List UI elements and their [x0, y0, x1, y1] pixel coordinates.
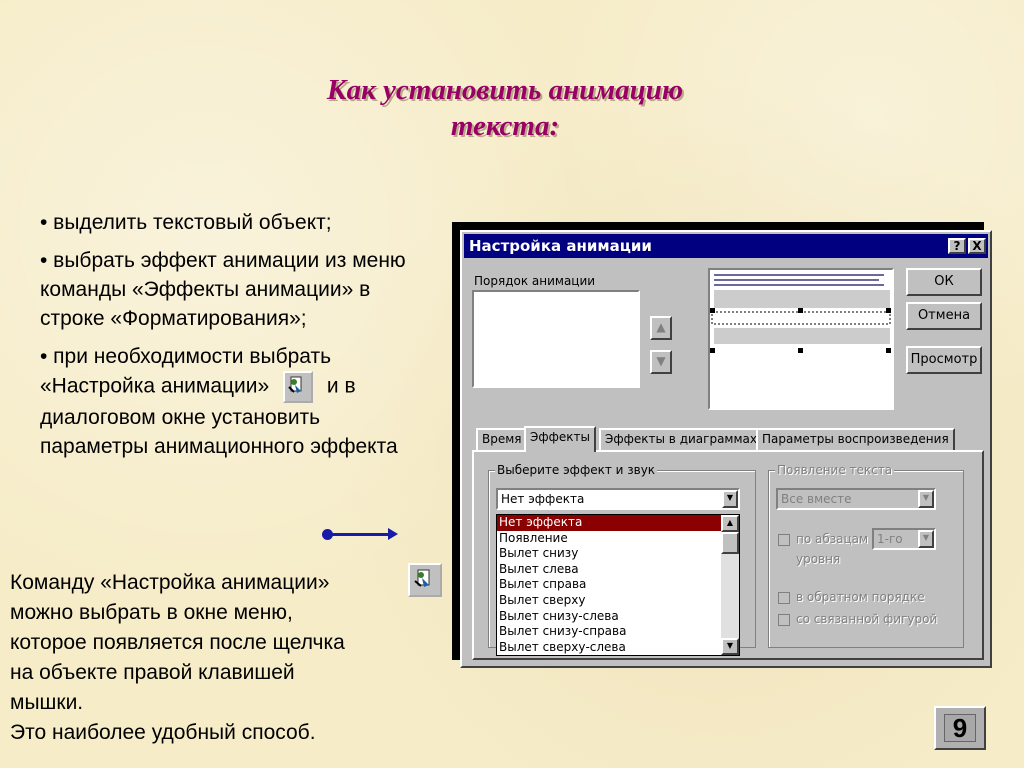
- effect-option[interactable]: Вылет сверху-слева: [497, 640, 739, 656]
- effect-option[interactable]: Вылет снизу-слева: [497, 609, 739, 625]
- level-select-value: 1-го: [877, 532, 903, 546]
- pointer-arrow-line: [325, 533, 395, 536]
- note-line-3: которое появляется после щелчка: [10, 631, 345, 654]
- note-line-6: Это наиболее удобный способ.: [10, 721, 316, 744]
- effect-option[interactable]: Нет эффекта: [497, 515, 721, 531]
- chevron-down-icon[interactable]: ▼: [918, 530, 934, 548]
- preview-button[interactable]: Просмотр: [906, 346, 982, 374]
- cancel-button[interactable]: Отмена: [906, 302, 982, 330]
- note-line-2: можно выбрать в окне меню,: [10, 601, 293, 624]
- chevron-down-icon[interactable]: ▼: [918, 490, 934, 508]
- effect-select[interactable]: Нет эффекта ▼: [496, 488, 740, 510]
- attached-shape-checkbox[interactable]: [778, 614, 790, 626]
- attached-shape-label: со связанной фигурой: [796, 612, 938, 626]
- dialog-title: Настройка анимации: [469, 237, 652, 255]
- text-group-label: Появление текста: [775, 463, 895, 477]
- preview-thumbnail: [710, 274, 891, 353]
- instruction-list: • выделить текстовый объект; • выбрать э…: [40, 208, 420, 470]
- custom-animation-icon: [408, 563, 442, 597]
- move-down-button[interactable]: ▼: [650, 350, 672, 374]
- page-number-badge: 9: [934, 706, 986, 750]
- page-number: 9: [944, 714, 976, 742]
- dropdown-scrollbar[interactable]: ▲ ▼: [721, 515, 739, 655]
- tab-effects[interactable]: Эффекты: [524, 426, 596, 452]
- text-appearance-value: Все вместе: [781, 492, 852, 506]
- by-paragraph-checkbox[interactable]: [778, 534, 790, 546]
- note-line-4: на объекте правой клавишей: [10, 661, 295, 684]
- level-label: уровня: [796, 552, 841, 566]
- slide-preview: [708, 268, 894, 410]
- scroll-thumb[interactable]: [721, 532, 739, 554]
- text-appearance-select[interactable]: Все вместе ▼: [776, 488, 936, 510]
- help-button[interactable]: ?: [948, 238, 966, 254]
- level-select[interactable]: 1-го ▼: [872, 528, 936, 550]
- effect-option[interactable]: Появление: [497, 531, 739, 547]
- effect-option[interactable]: Вылет снизу: [497, 546, 739, 562]
- custom-animation-dialog: Настройка анимации ? X Порядок анимации …: [460, 230, 992, 668]
- close-button[interactable]: X: [968, 238, 986, 254]
- effect-dropdown-list[interactable]: Нет эффекта Появление Вылет снизу Вылет …: [496, 514, 740, 656]
- tab-timing[interactable]: Время: [476, 428, 528, 450]
- reverse-order-label: в обратном порядке: [796, 590, 925, 604]
- slide-title-line2: текста:: [450, 110, 560, 142]
- slide-title: Как установить анимацию текста:: [250, 72, 760, 144]
- effect-option[interactable]: Вылет снизу-справа: [497, 624, 739, 640]
- reverse-order-checkbox[interactable]: [778, 592, 790, 604]
- tab-play-settings[interactable]: Параметры воспроизведения: [756, 428, 955, 450]
- dialog-titlebar[interactable]: Настройка анимации ? X: [464, 234, 988, 258]
- scroll-down-icon[interactable]: ▼: [721, 638, 739, 655]
- scroll-up-icon[interactable]: ▲: [721, 515, 739, 532]
- effect-option[interactable]: Вылет слева: [497, 562, 739, 578]
- by-paragraph-label: по абзацам: [796, 532, 869, 546]
- effect-option[interactable]: Вылет сверху: [497, 593, 739, 609]
- bullet-3: • при необходимости выбрать «Настройка а…: [40, 342, 420, 461]
- note-text: Команду «Настройка анимации» можно выбра…: [10, 568, 430, 748]
- bullet-1: • выделить текстовый объект;: [40, 211, 332, 234]
- tab-chart-effects[interactable]: Эффекты в диаграммах: [599, 428, 763, 450]
- effect-option[interactable]: Вылет справа: [497, 577, 739, 593]
- note-line-1: Команду «Настройка анимации»: [10, 571, 330, 594]
- bullet-2: • выбрать эффект анимации из меню команд…: [40, 249, 406, 330]
- note-line-5: мышки.: [10, 691, 84, 714]
- ok-button[interactable]: ОК: [906, 268, 982, 296]
- pointer-arrow-head: [388, 528, 398, 540]
- effect-select-value: Нет эффекта: [501, 492, 585, 506]
- order-label: Порядок анимации: [474, 274, 596, 288]
- effect-group-label: Выберите эффект и звук: [495, 463, 658, 477]
- chevron-down-icon[interactable]: ▼: [722, 490, 738, 508]
- animation-order-list[interactable]: [472, 290, 640, 388]
- move-up-button[interactable]: ▲: [650, 316, 672, 340]
- custom-animation-icon: [283, 371, 314, 403]
- slide-title-line1: Как установить анимацию: [326, 74, 684, 106]
